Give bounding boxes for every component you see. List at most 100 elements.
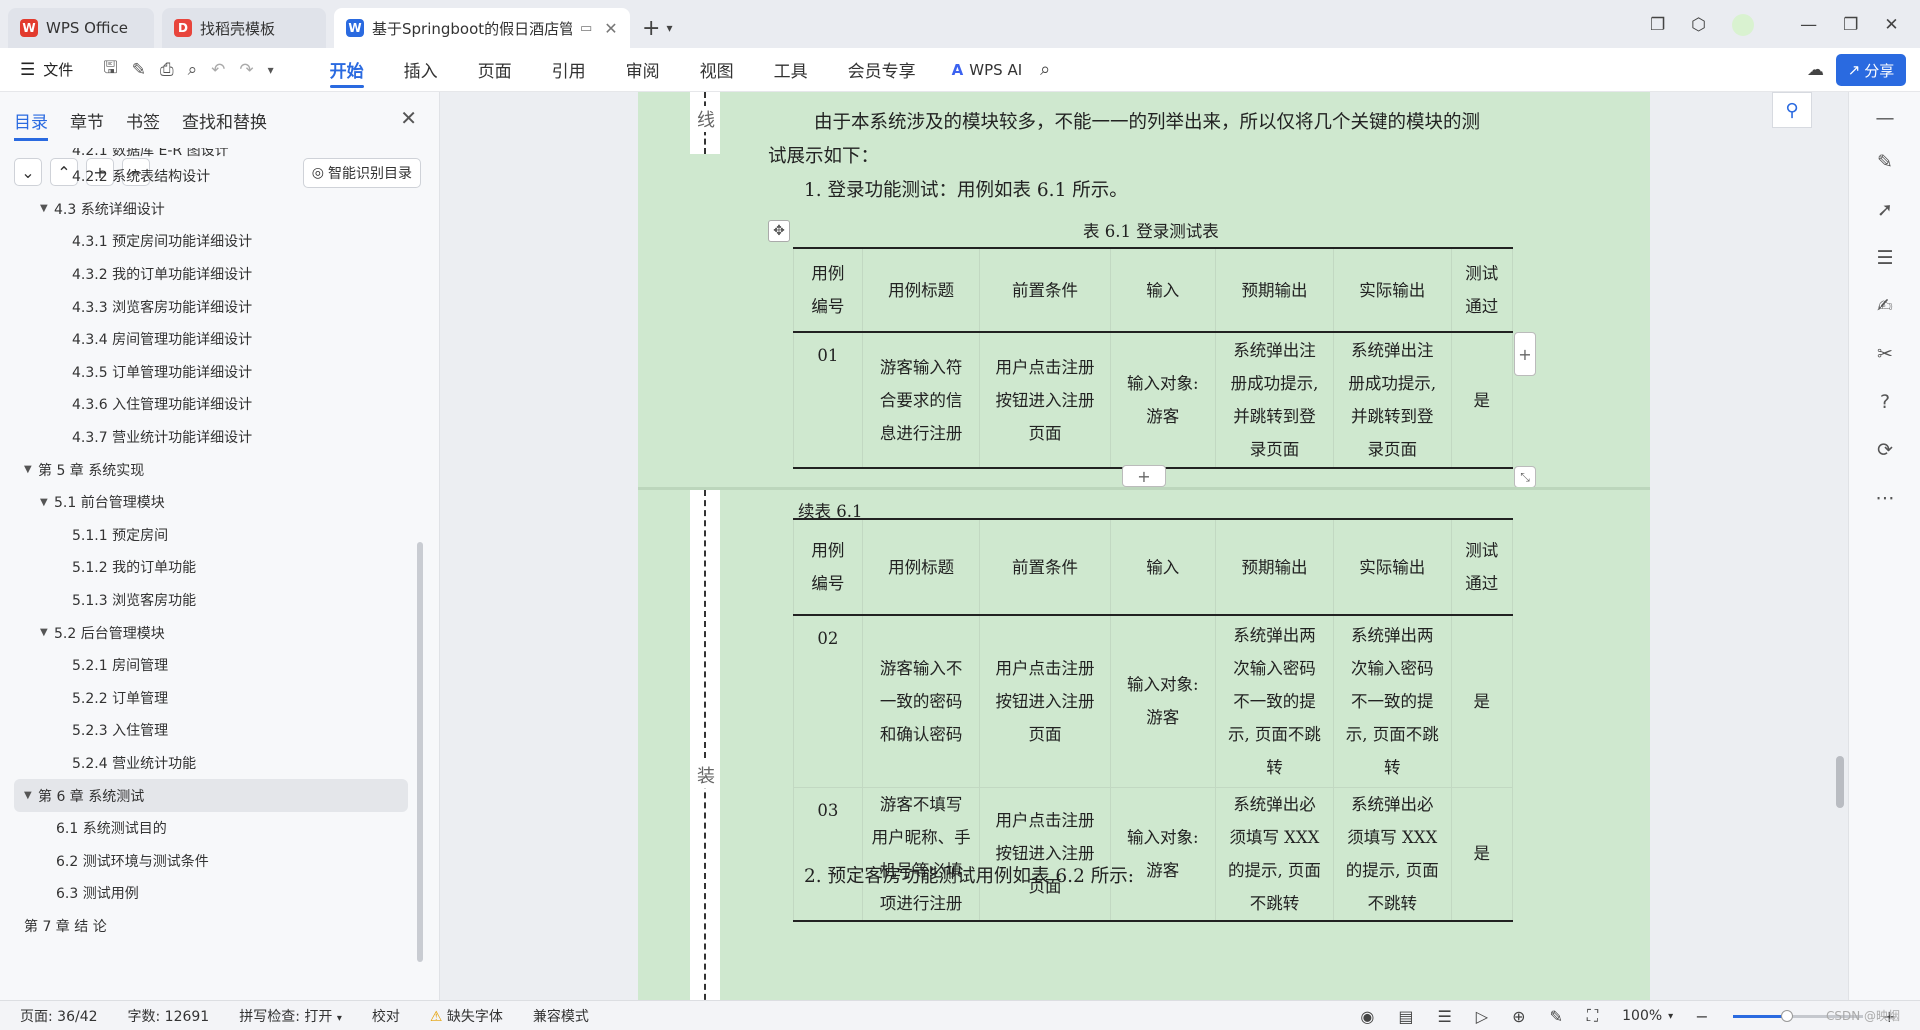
avatar[interactable] — [1732, 14, 1755, 36]
zoom-level[interactable]: 100% — [1622, 1008, 1662, 1024]
cloud-sync-icon[interactable]: ☁ — [1807, 60, 1824, 80]
expand-arrow-icon[interactable]: ▼ — [24, 790, 38, 801]
signature-icon[interactable]: ✍ — [1873, 294, 1897, 318]
print-icon[interactable]: ⎙ — [160, 60, 174, 80]
pen-mode-icon[interactable]: ✎ — [1550, 1007, 1563, 1026]
toc-item[interactable]: 4.3.2 我的订单功能详细设计 — [0, 258, 424, 291]
tab-document[interactable]: W 基于Springboot的假日酒店管 ▭ ✕ — [334, 8, 630, 48]
tab-find-replace[interactable]: 查找和替换 — [182, 108, 267, 133]
pen-icon[interactable]: ✎ — [1873, 150, 1897, 174]
tab-chapters[interactable]: 章节 — [70, 108, 104, 133]
search-icon[interactable]: ⌕ — [1040, 59, 1050, 80]
toc-item[interactable]: ▼ 4.3 系统详细设计 — [0, 193, 424, 226]
toc-item[interactable]: 6.2 测试环境与测试条件 — [0, 844, 424, 877]
toc-item[interactable]: 4.2.2 系统表结构设计 — [0, 160, 424, 193]
table-move-handle-icon[interactable]: ✥ — [768, 220, 790, 242]
menu-item[interactable]: 工具 — [754, 48, 828, 92]
toc-item[interactable]: 6.1 系统测试目的 — [0, 812, 424, 845]
save-icon[interactable]: 🖫 — [103, 55, 117, 84]
menu-item[interactable]: 会员专享 — [828, 48, 936, 92]
maximize-icon[interactable]: ❐ — [1843, 15, 1858, 35]
share-button[interactable]: ↗ 分享 — [1836, 54, 1906, 86]
restore-layout-icon[interactable]: ❐ — [1650, 15, 1665, 35]
toc-item[interactable]: 5.1.1 预定房间 — [0, 519, 424, 552]
spell-check-toggle[interactable]: 拼写检查: 打开 ▾ — [239, 1006, 342, 1026]
cube-icon[interactable]: ⬡ — [1691, 15, 1706, 35]
page-view-icon[interactable]: ▤ — [1398, 1007, 1413, 1026]
tab-docer[interactable]: D 找稻壳模板 — [162, 8, 326, 48]
fit-page-icon[interactable]: ⛶ — [1587, 1006, 1598, 1026]
toc-item[interactable]: ▼ 5.2 后台管理模块 — [0, 616, 424, 649]
toc-item[interactable]: 5.2.2 订单管理 — [0, 682, 424, 715]
toc-item[interactable]: 4.3.7 营业统计功能详细设计 — [0, 421, 424, 454]
missing-font-button[interactable]: ⚠ 缺失字体 — [430, 1006, 503, 1026]
format-painter-icon[interactable]: ✎ — [132, 60, 146, 80]
chevron-down-icon[interactable]: ▾ — [666, 21, 672, 35]
toc-scrollbar[interactable] — [417, 542, 423, 962]
outline-view-icon[interactable]: ☰ — [1437, 1007, 1451, 1026]
print-preview-icon[interactable]: ⌕ — [188, 60, 198, 80]
toc-item[interactable]: 4.3.6 入住管理功能详细设计 — [0, 388, 424, 421]
expand-arrow-icon[interactable]: ▼ — [24, 464, 38, 475]
location-pin-icon[interactable]: ⚲ — [1772, 92, 1812, 128]
toc-item[interactable]: 4.3.4 房间管理功能详细设计 — [0, 323, 424, 356]
page-count[interactable]: 页面: 36/42 — [20, 1006, 98, 1026]
new-tab-button[interactable]: + ▾ — [630, 8, 684, 48]
menu-item[interactable]: 引用 — [532, 48, 606, 92]
toc-item[interactable]: ▼ 第 6 章 系统测试 — [14, 779, 408, 812]
tab-bookmarks[interactable]: 书签 — [126, 108, 160, 133]
wps-ai-button[interactable]: A WPS AI — [952, 61, 1022, 79]
menu-item[interactable]: 视图 — [680, 48, 754, 92]
toc-item[interactable]: 第 7 章 结 论 — [0, 910, 424, 943]
toc-item[interactable]: 5.2.1 房间管理 — [0, 649, 424, 682]
menu-item[interactable]: 插入 — [384, 48, 458, 92]
proofread-button[interactable]: 校对 — [372, 1006, 400, 1026]
expand-arrow-icon[interactable]: ▼ — [40, 497, 54, 508]
toc-item[interactable]: 5.2.3 入住管理 — [0, 714, 424, 747]
toc-item[interactable]: 5.1.2 我的订单功能 — [0, 551, 424, 584]
more-icon[interactable]: ⋯ — [1873, 486, 1897, 510]
tab-wps-office[interactable]: W WPS Office — [8, 8, 154, 48]
minimize-icon[interactable]: — — [1800, 15, 1817, 35]
zoom-out-icon[interactable]: − — [1695, 1007, 1708, 1026]
resize-table-icon[interactable]: ⤡ — [1514, 466, 1536, 488]
tab-toc[interactable]: 目录 — [14, 108, 48, 141]
sync-icon[interactable]: ⟳ — [1873, 438, 1897, 462]
help-icon[interactable]: ? — [1873, 390, 1897, 414]
toc-item[interactable]: 4.3.5 订单管理功能详细设计 — [0, 356, 424, 389]
toc-item[interactable]: 5.1.3 浏览客房功能 — [0, 584, 424, 617]
zoom-slider-handle[interactable] — [1781, 1009, 1794, 1022]
close-pane-icon[interactable]: ✕ — [400, 106, 417, 130]
menu-item[interactable]: 开始 — [310, 48, 384, 92]
toc-item[interactable]: 4.3.3 浏览客房功能详细设计 — [0, 290, 424, 323]
screen-icon[interactable]: ▭ — [580, 21, 592, 36]
document-scrollbar[interactable] — [1836, 756, 1844, 808]
expand-arrow-icon[interactable]: ▼ — [40, 203, 54, 214]
collapse-icon[interactable]: — — [1873, 106, 1897, 130]
play-icon[interactable]: ▷ — [1476, 1007, 1488, 1026]
file-menu[interactable]: ☰ 文件 — [20, 59, 73, 80]
redo-icon[interactable]: ↷ — [239, 60, 253, 80]
word-count[interactable]: 字数: 12691 — [128, 1006, 210, 1026]
toc-item[interactable]: 4.2.1 数据库 E-R 图设计 — [0, 148, 424, 160]
chevron-down-icon[interactable]: ▾ — [1668, 1011, 1673, 1022]
cursor-icon[interactable]: ➚ — [1873, 198, 1897, 222]
toc-item[interactable]: 5.2.4 营业统计功能 — [0, 747, 424, 780]
menu-item[interactable]: 审阅 — [606, 48, 680, 92]
add-column-button[interactable]: + — [1514, 332, 1536, 376]
tools-icon[interactable]: ✂ — [1873, 342, 1897, 366]
menu-item[interactable]: 页面 — [458, 48, 532, 92]
adjust-icon[interactable]: ☰ — [1873, 246, 1897, 270]
toc-item[interactable]: ▼ 5.1 前台管理模块 — [0, 486, 424, 519]
close-tab-icon[interactable]: ✕ — [604, 19, 617, 38]
close-window-icon[interactable]: ✕ — [1884, 15, 1898, 35]
add-row-button[interactable]: + — [1122, 465, 1166, 487]
undo-icon[interactable]: ↶ — [211, 60, 225, 80]
eye-icon[interactable]: ◉ — [1360, 1007, 1374, 1026]
toc-item[interactable]: 6.3 测试用例 — [0, 877, 424, 910]
expand-arrow-icon[interactable]: ▼ — [40, 627, 54, 638]
toc-item[interactable]: 4.3.1 预定房间功能详细设计 — [0, 225, 424, 258]
toc-item[interactable]: ▼ 第 5 章 系统实现 — [0, 453, 424, 486]
more-tools-chevron-icon[interactable]: ▾ — [268, 63, 274, 77]
web-view-icon[interactable]: ⊕ — [1512, 1007, 1525, 1026]
